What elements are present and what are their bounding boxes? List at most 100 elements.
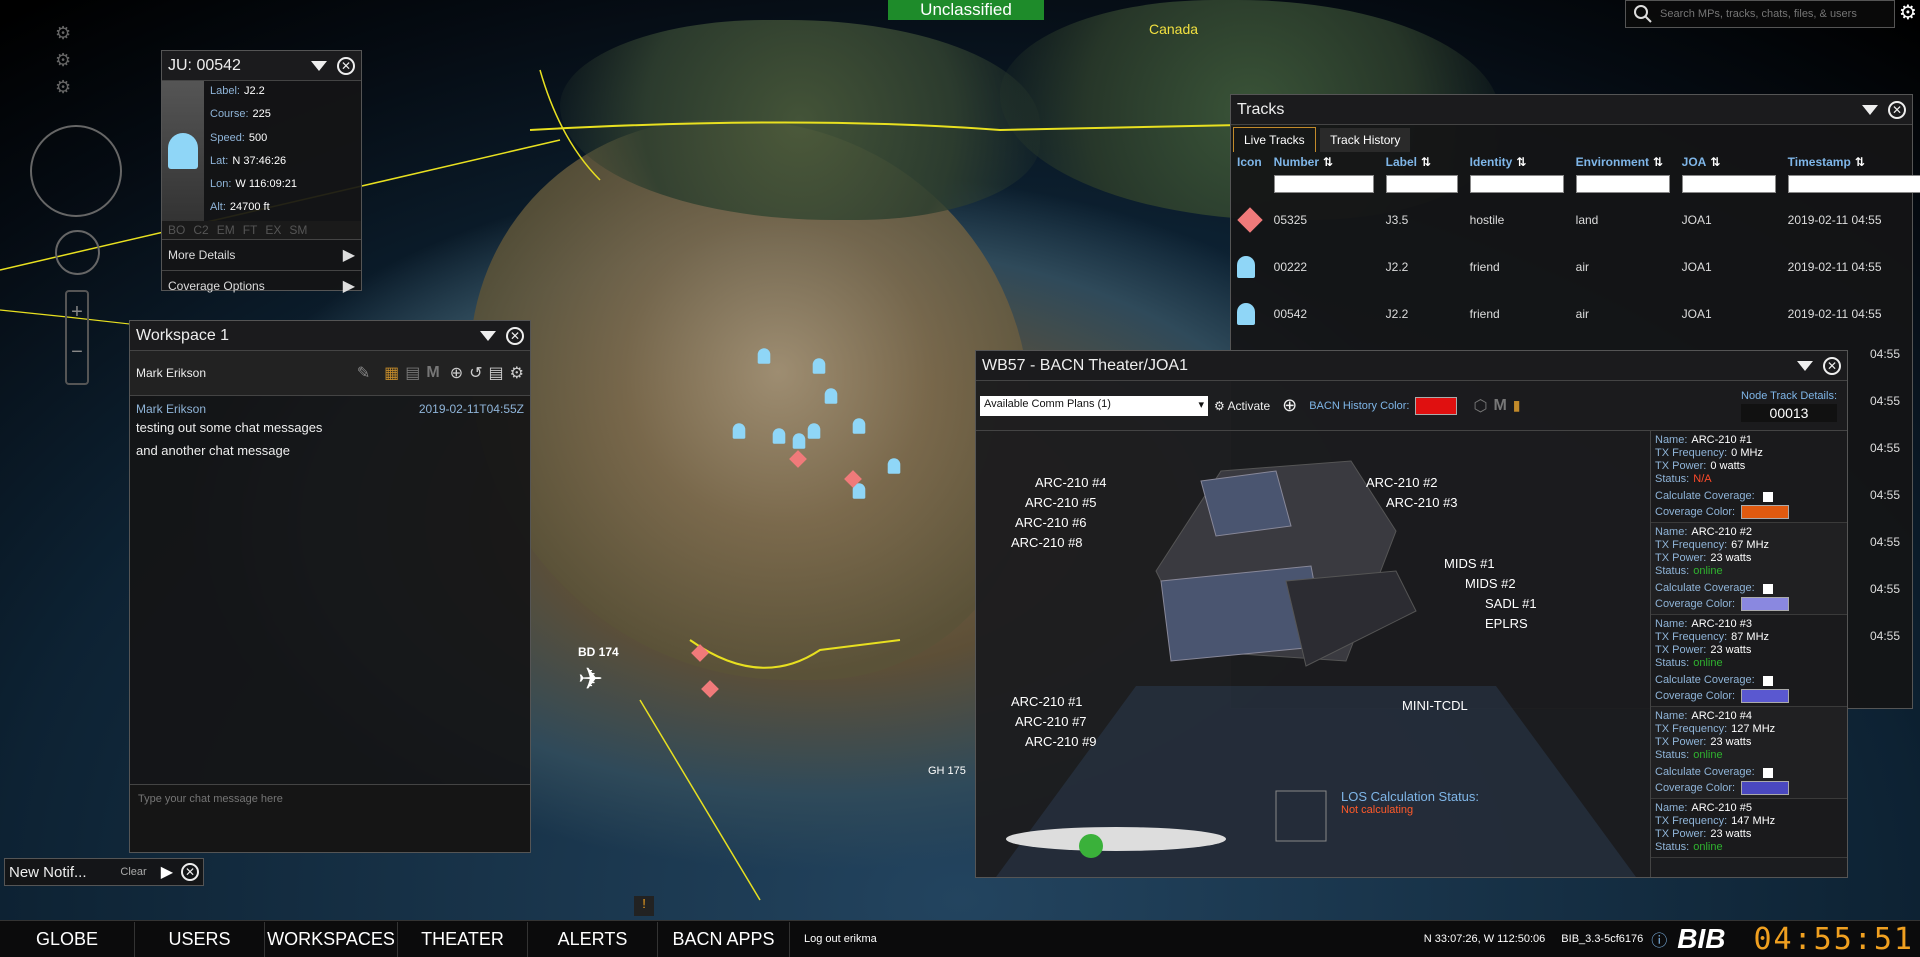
column-header[interactable]: Timestamp ⇅ bbox=[1782, 152, 1920, 172]
column-header[interactable]: Identity ⇅ bbox=[1464, 152, 1570, 172]
detail-label: TX Frequency: bbox=[1655, 539, 1728, 551]
track-cluster[interactable] bbox=[710, 320, 920, 520]
info-icon[interactable]: ⓘ bbox=[1651, 927, 1667, 951]
detail-value: ARC-210 #5 bbox=[1691, 802, 1752, 814]
detail-row: Status: online bbox=[1655, 749, 1843, 762]
column-header[interactable]: JOA ⇅ bbox=[1676, 152, 1782, 172]
node-detail-block: Name: ARC-210 #3 TX Frequency: 87 MHz TX Pow… bbox=[1651, 615, 1847, 707]
nav-alerts[interactable]: ALERTS bbox=[528, 921, 658, 957]
nav-compass-control[interactable] bbox=[30, 125, 122, 217]
collapse-icon[interactable] bbox=[480, 330, 496, 341]
label-filter-select[interactable] bbox=[1385, 175, 1458, 193]
sort-icon[interactable]: ⇅ bbox=[1855, 155, 1865, 169]
chat-icon[interactable]: ▦ bbox=[384, 363, 399, 383]
friend-air-icon bbox=[1237, 302, 1255, 325]
close-icon[interactable]: ✕ bbox=[506, 326, 524, 345]
popup-tab[interactable]: SM bbox=[289, 223, 307, 237]
clear-button[interactable]: Clear bbox=[120, 866, 146, 878]
detail-value: 147 MHz bbox=[1731, 815, 1776, 827]
coverage-color-picker[interactable] bbox=[1741, 781, 1790, 795]
popup-tab[interactable]: FT bbox=[243, 223, 258, 237]
folder-icon[interactable]: ▤ bbox=[405, 363, 420, 383]
signal-bars-icon[interactable]: ▮ bbox=[1513, 397, 1521, 414]
coverage-color-picker[interactable] bbox=[1741, 505, 1790, 519]
popup-tab[interactable]: EX bbox=[265, 223, 281, 237]
column-header[interactable]: Environment ⇅ bbox=[1570, 152, 1676, 172]
document-icon[interactable]: ▤ bbox=[489, 363, 504, 383]
cube-icon[interactable]: ⬡ bbox=[1473, 396, 1487, 416]
close-icon[interactable]: ✕ bbox=[337, 56, 355, 75]
node-label: EPLRS bbox=[1485, 616, 1528, 631]
node-details-list[interactable]: Name: ARC-210 #1 TX Frequency: 0 MHz TX Powe… bbox=[1650, 431, 1847, 877]
number-filter-input[interactable] bbox=[1273, 175, 1374, 193]
table-row[interactable]: 05325 J3.5 hostile land JOA1 2019-02-11 04:55 bbox=[1231, 196, 1920, 243]
identity-filter-select[interactable] bbox=[1469, 175, 1564, 193]
alert-indicator[interactable]: ! bbox=[634, 896, 654, 916]
m-icon[interactable]: M bbox=[426, 364, 439, 382]
sort-icon[interactable]: ⇅ bbox=[1516, 155, 1526, 169]
nav-bacn-apps[interactable]: BACN APPS bbox=[658, 921, 790, 957]
gear-icon[interactable]: ⚙ bbox=[1897, 2, 1919, 24]
gear-icon[interactable]: ⚙ bbox=[510, 363, 524, 383]
history-icon[interactable]: ↺ bbox=[469, 363, 482, 383]
comm-plans-select[interactable]: Available Comm Plans (1) ▾ bbox=[980, 395, 1208, 416]
nav-theater[interactable]: THEATER bbox=[398, 921, 528, 957]
layer-tools[interactable]: ⚙ ⚙ ⚙ bbox=[55, 20, 105, 100]
sort-icon[interactable]: ⇅ bbox=[1710, 155, 1720, 169]
column-header-label: JOA bbox=[1681, 155, 1707, 169]
tab-live-tracks[interactable]: Live Tracks bbox=[1233, 127, 1316, 152]
close-icon[interactable]: ✕ bbox=[1888, 100, 1906, 119]
coverage-color-picker[interactable] bbox=[1741, 597, 1790, 611]
popup-tab[interactable]: EM bbox=[217, 223, 235, 237]
collapse-icon[interactable] bbox=[311, 60, 327, 71]
calc-coverage-checkbox[interactable] bbox=[1762, 767, 1773, 778]
m-icon[interactable]: M bbox=[1493, 397, 1506, 415]
map-label-canada: Canada bbox=[1149, 21, 1199, 37]
column-header[interactable]: Label ⇅ bbox=[1380, 152, 1464, 172]
los-status: LOS Calculation Status: Not calculating bbox=[1341, 789, 1479, 816]
activate-button[interactable]: ⚙ Activate bbox=[1214, 399, 1270, 413]
nav-workspaces[interactable]: WORKSPACES bbox=[265, 921, 398, 957]
timestamp-filter-input[interactable] bbox=[1787, 175, 1920, 193]
nav-globe[interactable]: GLOBE bbox=[0, 921, 135, 957]
tilt-control[interactable] bbox=[55, 230, 100, 275]
aircraft-icon[interactable]: ✈ bbox=[578, 662, 603, 697]
notification-bar: New Notif... Clear ▶ ✕ bbox=[4, 858, 204, 886]
coverage-color-picker[interactable] bbox=[1741, 689, 1790, 703]
logout-link[interactable]: Log out erikma bbox=[804, 933, 877, 945]
sort-icon[interactable]: ⇅ bbox=[1653, 155, 1663, 169]
popup-tab[interactable]: BO bbox=[168, 223, 185, 237]
detail-value: online bbox=[1693, 841, 1723, 853]
bacn-history-color-picker[interactable] bbox=[1415, 396, 1458, 415]
sort-icon[interactable]: ⇅ bbox=[1421, 155, 1431, 169]
column-header[interactable]: Number ⇅ bbox=[1268, 152, 1380, 172]
close-icon[interactable]: ✕ bbox=[1823, 356, 1841, 375]
table-row[interactable]: 00222 J2.2 friend air JOA1 2019-02-11 04:55 bbox=[1231, 243, 1920, 290]
tab-track-history[interactable]: Track History bbox=[1320, 128, 1411, 152]
globe-map-view[interactable]: Unclassified Canada ⚙ +− ⚙⚙⚙ BD 174 ✈ GH… bbox=[0, 0, 1920, 957]
collapse-icon[interactable] bbox=[1797, 360, 1813, 371]
calc-coverage-checkbox[interactable] bbox=[1762, 491, 1773, 502]
field-label: Alt: bbox=[210, 201, 226, 214]
play-icon[interactable]: ▶ bbox=[161, 862, 173, 882]
coverage-options-button[interactable]: Coverage Options ▶ bbox=[162, 270, 361, 301]
crosshair-icon[interactable]: ⊕ bbox=[450, 363, 463, 383]
sort-icon[interactable]: ⇅ bbox=[1323, 155, 1333, 169]
search-bar[interactable] bbox=[1625, 0, 1895, 28]
environment-filter-select[interactable] bbox=[1575, 175, 1670, 193]
search-input[interactable] bbox=[1660, 8, 1894, 20]
zoom-control[interactable]: + − bbox=[65, 290, 89, 385]
edit-pencil-icon[interactable]: ✎ bbox=[357, 363, 370, 383]
collapse-icon[interactable] bbox=[1862, 104, 1878, 115]
chat-input[interactable] bbox=[130, 784, 530, 852]
calc-coverage-checkbox[interactable] bbox=[1762, 583, 1773, 594]
joa-filter-select[interactable] bbox=[1681, 175, 1776, 193]
nav-users[interactable]: USERS bbox=[135, 921, 265, 957]
node-label: ARC-210 #8 bbox=[1011, 535, 1083, 550]
crosshair-icon[interactable]: ⊕ bbox=[1282, 395, 1297, 416]
more-details-button[interactable]: More Details ▶ bbox=[162, 239, 361, 270]
calc-coverage-checkbox[interactable] bbox=[1762, 675, 1773, 686]
popup-tab[interactable]: C2 bbox=[193, 223, 208, 237]
table-row[interactable]: 00542 J2.2 friend air JOA1 2019-02-11 04:55 bbox=[1231, 290, 1920, 337]
close-icon[interactable]: ✕ bbox=[181, 863, 199, 881]
